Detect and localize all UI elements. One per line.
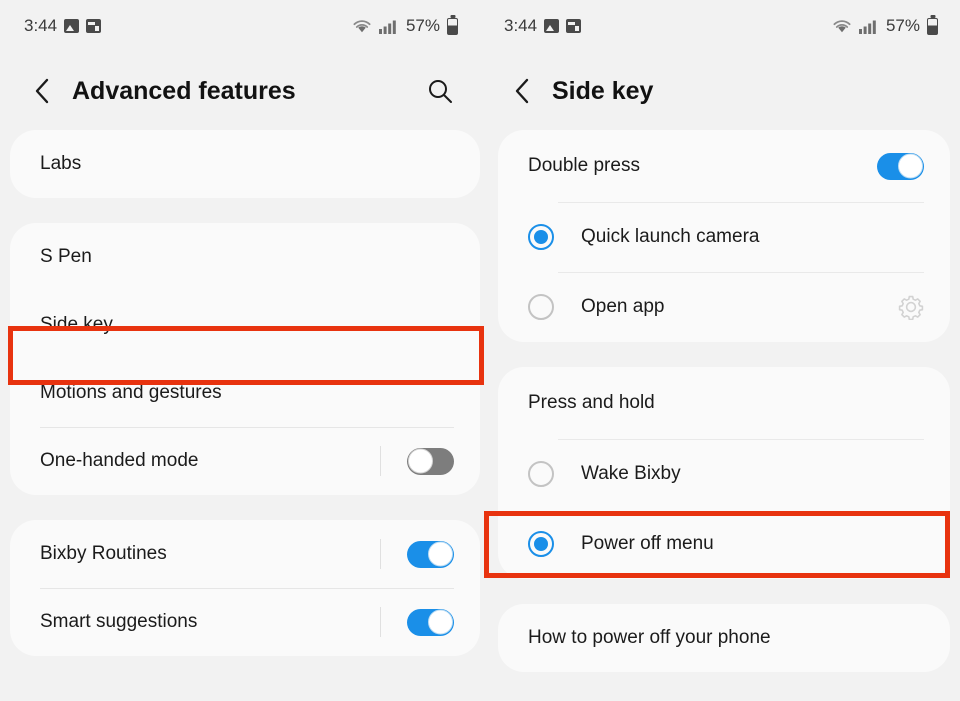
status-bar-right-group: 57% <box>832 16 938 36</box>
row-label: Side key <box>40 314 113 335</box>
option-label: Wake Bixby <box>581 463 681 484</box>
how-to-power-off-card: How to power off your phone <box>498 604 950 672</box>
radio-button[interactable] <box>528 294 554 320</box>
how-to-power-off-link[interactable]: How to power off your phone <box>498 604 950 672</box>
battery-percent: 57% <box>885 16 920 35</box>
divider <box>380 446 381 476</box>
section-label: Press and hold <box>528 392 655 413</box>
press-and-hold-card: Press and hold Wake Bixby Power off menu <box>498 367 950 579</box>
sidebar-item-labs[interactable]: Labs <box>10 130 480 198</box>
battery-percent: 57% <box>405 16 440 35</box>
side-key-settings-list: Double press Quick launch camera Open ap… <box>480 130 960 672</box>
option-label: Quick launch camera <box>581 226 760 247</box>
option-label: Open app <box>581 296 665 317</box>
app-bar-right: Side key <box>480 52 960 130</box>
row-label: How to power off your phone <box>528 627 771 648</box>
dual-screenshot-comparison: 3:44 57% Advanced features Labs S Pen Si… <box>0 0 960 701</box>
status-time: 3:44 <box>504 16 538 35</box>
gear-icon[interactable] <box>898 294 924 321</box>
row-label: Labs <box>40 153 82 174</box>
status-bar-left: 3:44 57% <box>0 0 480 52</box>
settings-card-labs: Labs <box>10 130 480 198</box>
row-label: S Pen <box>40 246 92 267</box>
toggle-knob <box>428 609 453 635</box>
wifi-icon <box>352 19 372 34</box>
sidebar-item-side-key[interactable]: Side key <box>10 291 480 359</box>
sidebar-item-s-pen[interactable]: S Pen <box>10 223 480 291</box>
status-time: 3:44 <box>24 16 58 35</box>
right-phone-panel: 3:44 57% Side key Double press Quick lau… <box>480 0 960 701</box>
app-bar-left: Advanced features <box>0 52 480 130</box>
sidebar-item-one-handed-mode[interactable]: One-handed mode <box>10 427 480 495</box>
option-wake-bixby[interactable]: Wake Bixby <box>498 439 950 509</box>
radio-button[interactable] <box>528 531 554 557</box>
one-handed-mode-toggle[interactable] <box>407 447 454 475</box>
status-bar-left-group: 3:44 <box>504 16 582 36</box>
section-label: Double press <box>528 155 640 176</box>
status-bar-left-group: 3:44 <box>24 16 102 36</box>
row-label: Smart suggestions <box>40 611 198 632</box>
left-phone-panel: 3:44 57% Advanced features Labs S Pen Si… <box>0 0 480 701</box>
battery-icon <box>927 17 938 35</box>
signal-icon <box>858 19 877 34</box>
settings-card-bixby: Bixby Routines Smart suggestions <box>10 520 480 656</box>
toggle-knob <box>408 448 433 474</box>
photo-icon <box>544 19 560 33</box>
toggle-knob <box>898 153 923 179</box>
sidebar-item-smart-suggestions[interactable]: Smart suggestions <box>10 588 480 656</box>
option-power-off-menu[interactable]: Power off menu <box>498 509 950 579</box>
status-bar-right-group: 57% <box>352 16 458 36</box>
smart-suggestions-toggle[interactable] <box>407 608 454 636</box>
radio-button[interactable] <box>528 461 554 487</box>
double-press-header[interactable]: Double press <box>498 130 950 202</box>
bixby-routines-toggle[interactable] <box>407 540 454 568</box>
signal-icon <box>378 19 397 34</box>
row-label: One-handed mode <box>40 450 199 471</box>
option-quick-launch-camera[interactable]: Quick launch camera <box>498 202 950 272</box>
radio-button[interactable] <box>528 224 554 250</box>
option-label: Power off menu <box>581 533 714 554</box>
row-label: Bixby Routines <box>40 543 167 564</box>
search-icon[interactable] <box>426 77 454 105</box>
press-and-hold-header: Press and hold <box>498 367 950 439</box>
screenshot-icon <box>86 19 102 33</box>
divider <box>380 607 381 637</box>
settings-list-left: Labs S Pen Side key Motions and gestures… <box>0 130 480 656</box>
battery-icon <box>447 17 458 35</box>
option-open-app[interactable]: Open app <box>498 272 950 342</box>
divider <box>380 539 381 569</box>
screenshot-icon <box>566 19 582 33</box>
photo-icon <box>64 19 80 33</box>
wifi-icon <box>832 19 852 34</box>
status-bar-right: 3:44 57% <box>480 0 960 52</box>
page-title: Advanced features <box>72 76 296 105</box>
settings-card-features: S Pen Side key Motions and gestures One-… <box>10 223 480 495</box>
double-press-card: Double press Quick launch camera Open ap… <box>498 130 950 342</box>
double-press-toggle[interactable] <box>877 152 924 180</box>
back-icon[interactable] <box>30 77 54 105</box>
back-icon[interactable] <box>510 77 534 105</box>
page-title: Side key <box>552 76 654 105</box>
row-label: Motions and gestures <box>40 382 222 403</box>
sidebar-item-motions-and-gestures[interactable]: Motions and gestures <box>10 359 480 427</box>
sidebar-item-bixby-routines[interactable]: Bixby Routines <box>10 520 480 588</box>
toggle-knob <box>428 541 453 567</box>
